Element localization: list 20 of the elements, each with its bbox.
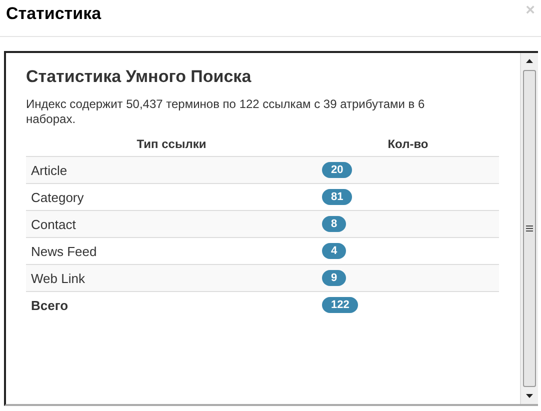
count-badge: 20 bbox=[322, 162, 352, 178]
column-header: Кол-во bbox=[317, 133, 499, 156]
link-type: Category bbox=[31, 190, 84, 204]
scrollbar[interactable] bbox=[520, 53, 538, 404]
grip-icon bbox=[526, 225, 533, 232]
count-badge: 81 bbox=[322, 189, 352, 205]
count-badge: 8 bbox=[322, 216, 346, 232]
total-label: Всего bbox=[31, 298, 68, 312]
link-type: News Feed bbox=[31, 244, 97, 258]
count-badge: 4 bbox=[322, 243, 346, 259]
link-type: Article bbox=[31, 162, 68, 178]
dialog-title: Статистика bbox=[6, 4, 102, 24]
link-type: Contact bbox=[31, 216, 76, 232]
count-badge: 9 bbox=[322, 270, 346, 286]
column-header: Тип ссылки bbox=[26, 133, 317, 156]
index-summary: Индекс содержит 50,437 терминов по 122 ссылкам с 39 атрибутами в 6 наборах. bbox=[26, 97, 426, 127]
count-badge: 122 bbox=[322, 297, 358, 313]
link-type: Web Link bbox=[31, 270, 85, 286]
stats-heading: Статистика Умного Поиска bbox=[26, 67, 252, 87]
close-button[interactable]: × bbox=[526, 2, 535, 20]
